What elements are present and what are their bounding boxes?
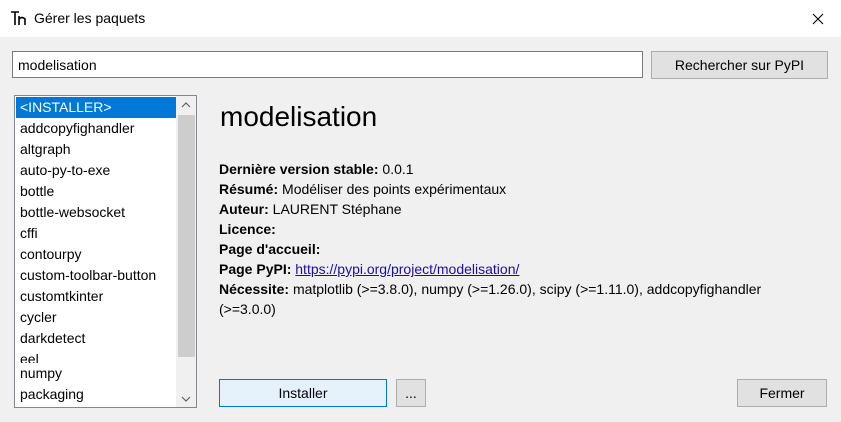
requires-label: Nécessite: [219,281,290,297]
search-input[interactable] [12,51,643,78]
latest-version-value: 0.0.1 [382,161,414,177]
pypi-label: Page PyPI: [219,261,292,277]
list-scrollbar[interactable] [176,96,196,407]
latest-version-label: Dernière version stable: [219,161,379,177]
requires-row: Nécessite: matplotlib (>=3.8.0), numpy (… [219,279,819,319]
window-title: Gérer les paquets [34,10,146,26]
close-button[interactable]: Fermer [737,379,827,407]
package-list-item[interactable]: altgraph [16,139,177,160]
package-list-item[interactable]: eel [16,349,177,363]
license-row: Licence: [219,219,819,239]
package-list-item[interactable]: numpy [16,363,177,384]
license-label: Licence: [219,221,276,237]
latest-version-row: Dernière version stable: 0.0.1 [219,159,819,179]
thonny-app-icon [10,10,27,27]
package-list[interactable]: <INSTALLER> addcopyfighandler altgraph auto… [14,95,197,408]
package-list-item[interactable]: contourpy [16,244,177,265]
package-list-item[interactable]: custom-toolbar-button [16,265,177,286]
scrollbar-thumb[interactable] [178,115,195,357]
author-value: LAURENT Stéphane [272,201,402,217]
search-pypi-button[interactable]: Rechercher sur PyPI [651,51,828,79]
summary-row: Résumé: Modéliser des points expérimenta… [219,179,819,199]
homepage-label: Page d'accueil: [219,241,321,257]
chevron-down-icon[interactable] [176,390,196,407]
package-list-item[interactable]: addcopyfighandler [16,118,177,139]
more-options-button[interactable]: ... [396,379,426,407]
summary-value: Modéliser des points expérimentaux [282,181,507,197]
pypi-link[interactable]: https://pypi.org/project/modelisation/ [295,261,519,277]
package-list-item[interactable]: bottle-websocket [16,202,177,223]
close-icon[interactable] [795,0,841,37]
package-list-item[interactable]: customtkinter [16,286,177,307]
author-label: Auteur: [219,201,269,217]
pypi-row: Page PyPI: https://pypi.org/project/mode… [219,259,819,279]
package-details: Dernière version stable: 0.0.1 Résumé: M… [219,159,819,319]
package-list-item[interactable]: packaging [16,384,177,405]
package-list-item[interactable]: cffi [16,223,177,244]
author-row: Auteur: LAURENT Stéphane [219,199,819,219]
package-list-item[interactable]: auto-py-to-exe [16,160,177,181]
homepage-row: Page d'accueil: [219,239,819,259]
summary-label: Résumé: [219,181,279,197]
title-bar: Gérer les paquets [0,0,841,37]
package-list-item[interactable]: bottle [16,181,177,202]
package-title: modelisation [220,101,378,132]
package-list-item[interactable]: <INSTALLER> [16,97,177,118]
package-list-item[interactable]: cycler [16,307,177,328]
requires-value: matplotlib (>=3.8.0), numpy (>=1.26.0), … [219,281,762,317]
chevron-up-icon[interactable] [176,96,196,113]
install-button[interactable]: Installer [219,379,387,407]
package-list-item[interactable]: darkdetect [16,328,177,349]
